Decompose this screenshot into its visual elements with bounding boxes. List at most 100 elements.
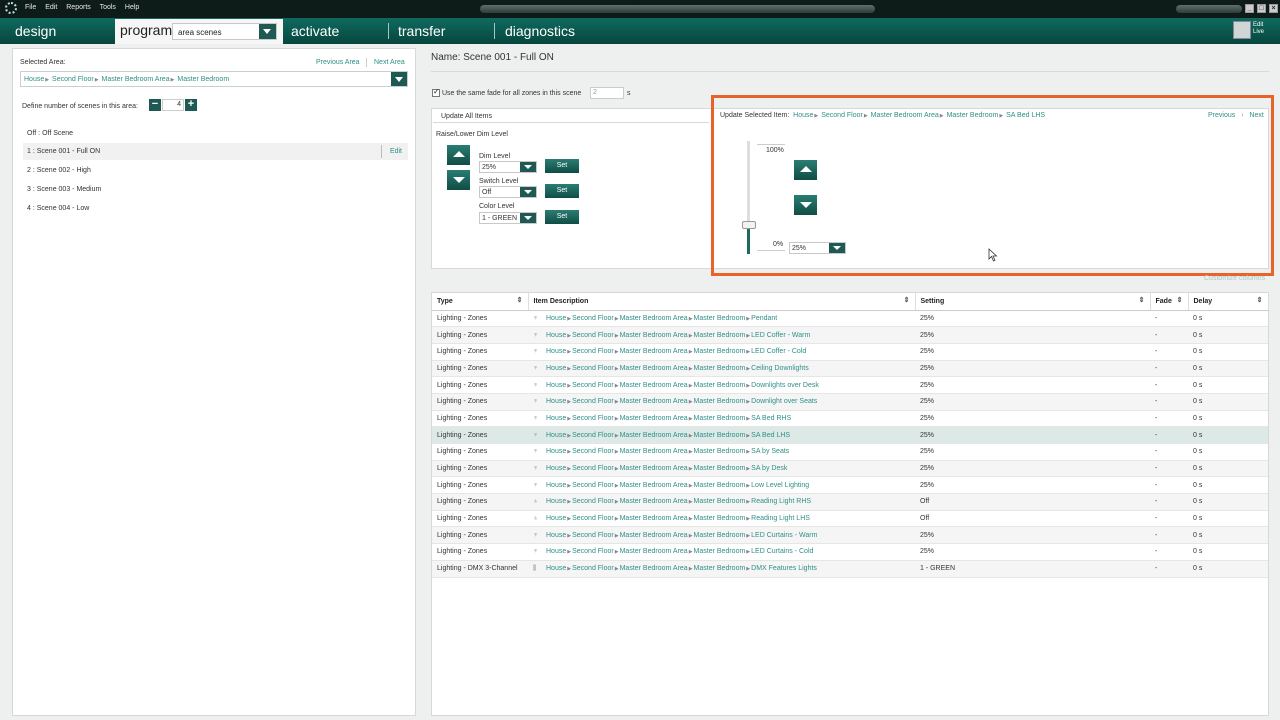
cell-setting[interactable]: 25% — [915, 526, 1150, 545]
dim-level-select[interactable]: 25% — [479, 161, 537, 173]
item-path[interactable]: House▶Second Floor▶Master Bedroom Area▶M… — [546, 515, 810, 522]
lower-all-button[interactable] — [447, 170, 470, 190]
cell-setting[interactable]: Off — [915, 493, 1150, 511]
cell-setting[interactable]: 25% — [915, 476, 1150, 495]
sort-icon[interactable]: ⇕ — [1177, 296, 1183, 304]
cell-fade[interactable]: - — [1150, 326, 1188, 344]
cell-delay[interactable]: 0 s — [1188, 376, 1268, 394]
table-row[interactable]: Lighting - Zones ♆ House▶Second Floor▶Mast… — [432, 360, 1268, 378]
customize-columns-link[interactable]: Customize columns — [1204, 275, 1265, 282]
item-path[interactable]: House▶Second Floor▶Master Bedroom Area▶M… — [546, 465, 787, 472]
maximize-icon[interactable]: □ — [1257, 4, 1266, 13]
item-path[interactable]: House▶Second Floor▶Master Bedroom Area▶M… — [546, 348, 806, 355]
title-grip-right[interactable] — [1176, 5, 1242, 13]
item-path[interactable]: House▶Second Floor▶Master Bedroom Area▶M… — [546, 398, 817, 405]
table-row[interactable]: Lighting - Zones ♆ House▶Second Floor▶Mast… — [432, 543, 1268, 561]
chevron-down-icon[interactable] — [391, 72, 407, 86]
item-path[interactable]: House▶Second Floor▶Master Bedroom Area▶M… — [546, 532, 817, 539]
item-path[interactable]: House▶Second Floor▶Master Bedroom Area▶M… — [546, 365, 809, 372]
title-grip[interactable] — [480, 5, 875, 13]
sort-icon[interactable]: ⇕ — [904, 296, 910, 304]
scene-count-stepper[interactable]: − 4 + — [149, 99, 197, 112]
column-header-item[interactable]: Item Description ⇕ — [528, 293, 916, 311]
item-path[interactable]: House▶Second Floor▶Master Bedroom Area▶M… — [546, 415, 791, 422]
cell-fade[interactable]: - — [1150, 493, 1188, 511]
cell-fade[interactable]: - — [1150, 393, 1188, 411]
scene-name-value[interactable]: Scene 001 - Full ON — [463, 52, 554, 63]
cell-fade[interactable]: - — [1150, 526, 1188, 545]
column-header-fade[interactable]: Fade ⇕ — [1150, 293, 1189, 311]
cell-fade[interactable]: - — [1150, 543, 1188, 561]
cell-setting[interactable]: 25% — [915, 343, 1150, 361]
column-header-setting[interactable]: Setting ⇕ — [915, 293, 1151, 311]
cell-setting[interactable]: 25% — [915, 376, 1150, 394]
cell-setting[interactable]: 25% — [915, 460, 1150, 478]
same-fade-checkbox[interactable] — [432, 87, 440, 97]
table-row[interactable]: Lighting - Zones ♆ House▶Second Floor▶Mast… — [432, 476, 1268, 495]
minimize-icon[interactable]: _ — [1245, 4, 1254, 13]
tab-design[interactable]: design — [15, 18, 56, 44]
cell-delay[interactable]: 0 s — [1188, 343, 1268, 361]
table-row[interactable]: Lighting - Zones ♆ House▶Second Floor▶Mast… — [432, 310, 1268, 328]
cell-fade[interactable]: - — [1150, 360, 1188, 378]
same-fade-option[interactable]: Use the same fade for all zones in this … — [432, 87, 581, 97]
previous-area-link[interactable]: Previous Area — [316, 59, 360, 66]
cell-fade[interactable]: - — [1150, 476, 1188, 495]
cell-setting[interactable]: Off — [915, 510, 1150, 528]
table-row[interactable]: Lighting - Zones ♆ House▶Second Floor▶Mast… — [432, 426, 1268, 444]
table-row[interactable]: Lighting - Zones ♁ House▶Second Floor▶Mast… — [432, 493, 1268, 511]
scene-item[interactable]: 1 : Scene 001 - Full ON Edit — [23, 143, 408, 160]
next-area-link[interactable]: Next Area — [374, 59, 405, 66]
cell-delay[interactable]: 0 s — [1188, 360, 1268, 378]
table-row[interactable]: Lighting - Zones ♆ House▶Second Floor▶Mast… — [432, 460, 1268, 478]
tab-transfer[interactable]: transfer — [398, 18, 445, 44]
item-path[interactable]: House▶Second Floor▶Master Bedroom Area▶M… — [546, 482, 809, 489]
table-row[interactable]: Lighting - Zones ♆ House▶Second Floor▶Mast… — [432, 343, 1268, 361]
fade-input[interactable]: 2 — [590, 87, 624, 99]
menu-reports[interactable]: Reports — [66, 4, 91, 11]
cell-delay[interactable]: 0 s — [1188, 443, 1268, 461]
switch-level-select[interactable]: Off — [479, 186, 537, 198]
cell-delay[interactable]: 0 s — [1188, 510, 1268, 528]
cell-delay[interactable]: 0 s — [1188, 410, 1268, 428]
cell-setting[interactable]: 25% — [915, 360, 1150, 378]
cell-delay[interactable]: 0 s — [1188, 543, 1268, 561]
area-select[interactable]: House▶ Second Floor▶ Master Bedroom Area… — [20, 71, 408, 87]
set-color-button[interactable]: Set — [545, 210, 579, 224]
cell-fade[interactable]: - — [1150, 510, 1188, 528]
cell-delay[interactable]: 0 s — [1188, 326, 1268, 344]
program-mode-select[interactable]: area scenes — [172, 23, 277, 40]
item-path[interactable]: House▶Second Floor▶Master Bedroom Area▶M… — [546, 565, 817, 572]
cell-setting[interactable]: 25% — [915, 426, 1150, 444]
scene-item[interactable]: 2 : Scene 002 - High — [23, 162, 408, 179]
column-header-delay[interactable]: Delay ⇕ — [1188, 293, 1269, 311]
tab-update-all[interactable]: Update All Items — [433, 109, 709, 123]
raise-all-button[interactable] — [447, 145, 470, 165]
set-switch-button[interactable]: Set — [545, 184, 579, 198]
cell-setting[interactable]: 25% — [915, 393, 1150, 411]
table-row[interactable]: Lighting - Zones ♆ House▶Second Floor▶Mast… — [432, 443, 1268, 461]
scene-item[interactable]: 4 : Scene 004 - Low — [23, 200, 408, 217]
cell-delay[interactable]: 0 s — [1188, 560, 1268, 578]
edit-scene-link[interactable]: Edit — [380, 145, 402, 158]
cell-delay[interactable]: 0 s — [1188, 493, 1268, 511]
cell-delay[interactable]: 0 s — [1188, 526, 1268, 545]
cell-delay[interactable]: 0 s — [1188, 393, 1268, 411]
item-path[interactable]: House▶Second Floor▶Master Bedroom Area▶M… — [546, 315, 777, 322]
plus-icon[interactable]: + — [185, 99, 197, 111]
scene-count-value[interactable]: 4 — [162, 99, 184, 111]
table-row[interactable]: Lighting - Zones ♆ House▶Second Floor▶Mast… — [432, 410, 1268, 428]
menu-help[interactable]: Help — [125, 4, 139, 11]
edit-live-label[interactable]: Edit Live — [1253, 22, 1264, 36]
cell-setting[interactable]: 25% — [915, 543, 1150, 561]
cell-delay[interactable]: 0 s — [1188, 476, 1268, 495]
cell-setting[interactable]: 25% — [915, 310, 1150, 328]
table-row[interactable]: Lighting - Zones ♆ House▶Second Floor▶Mast… — [432, 326, 1268, 344]
tab-diagnostics[interactable]: diagnostics — [505, 18, 575, 44]
cell-fade[interactable]: - — [1150, 460, 1188, 478]
item-path[interactable]: House▶Second Floor▶Master Bedroom Area▶M… — [546, 432, 790, 439]
scene-item[interactable]: Off : Off Scene — [23, 125, 408, 142]
cell-delay[interactable]: 0 s — [1188, 310, 1268, 328]
color-level-select[interactable]: 1 - GREEN — [479, 212, 537, 224]
cell-delay[interactable]: 0 s — [1188, 460, 1268, 478]
